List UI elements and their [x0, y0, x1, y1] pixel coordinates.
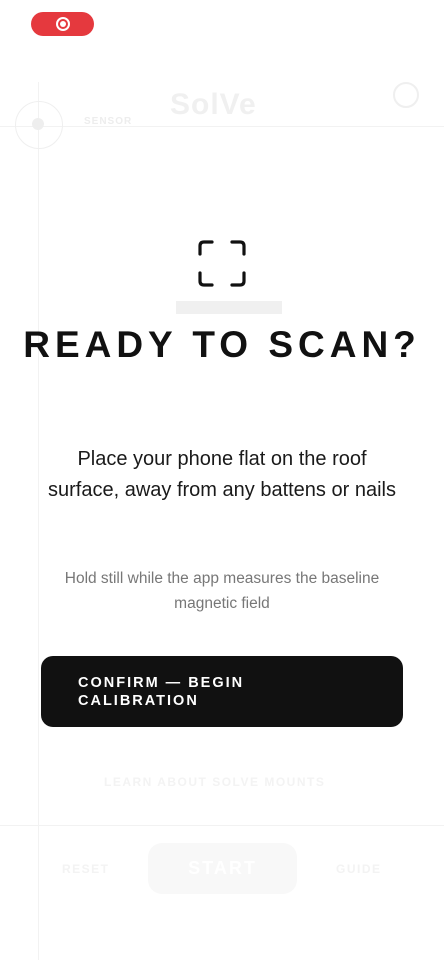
modal-title: READY TO SCAN? [23, 324, 421, 365]
screen-record-indicator[interactable] [31, 12, 94, 36]
reset-button: RESET [62, 862, 110, 876]
sensor-dial-icon [15, 101, 63, 149]
background-divider [0, 126, 444, 127]
modal-hint: Hold still while the app measures the ba… [64, 570, 380, 612]
background-bar [176, 301, 282, 314]
sensor-label: SENSOR [84, 116, 133, 127]
confirm-button-label: CONFIRM — BEGIN CALIBRATION [78, 674, 245, 709]
learn-link: LEARN ABOUT SOLVE MOUNTS [104, 775, 326, 789]
app-logo: SolVe [170, 88, 257, 121]
start-button: START [148, 843, 297, 894]
background-divider [0, 825, 444, 826]
record-icon [55, 17, 70, 31]
scan-frame-icon [198, 240, 246, 287]
guide-button: GUIDE [336, 862, 382, 876]
profile-icon [393, 82, 419, 108]
modal-description: Place your phone flat on the roof surfac… [48, 448, 396, 501]
confirm-calibration-button[interactable]: CONFIRM — BEGIN CALIBRATION [41, 656, 403, 727]
background-vertical-line [38, 82, 39, 960]
